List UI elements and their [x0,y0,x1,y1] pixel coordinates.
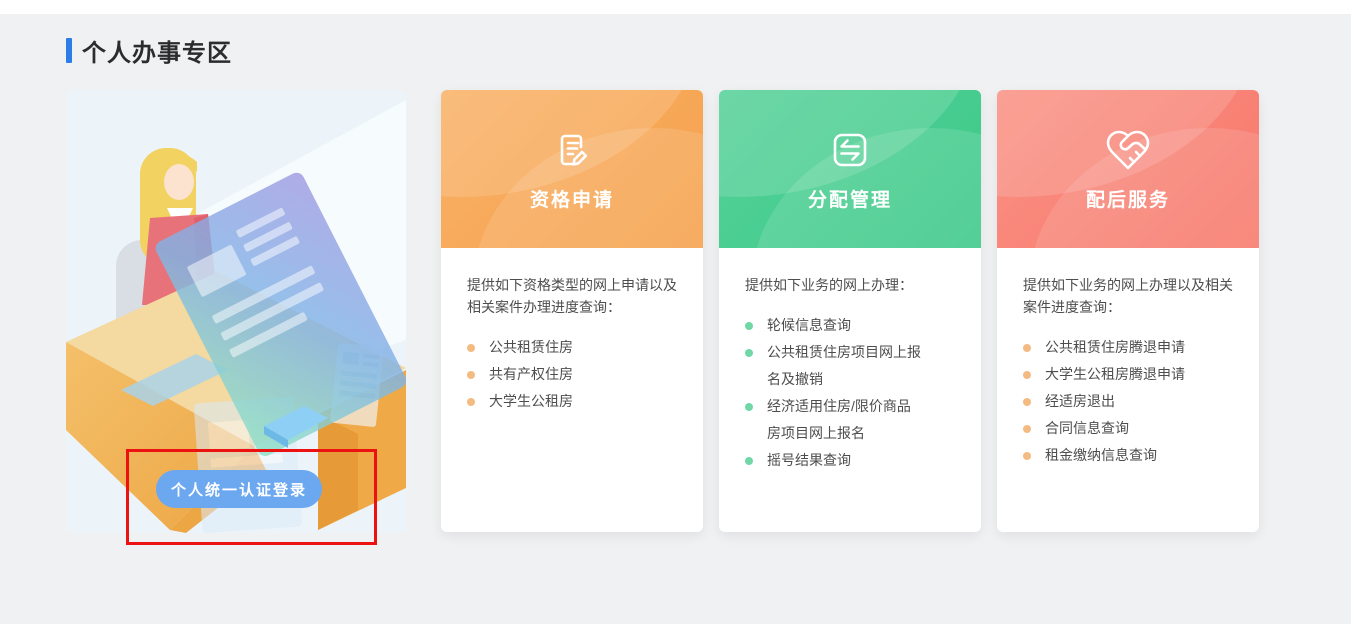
card-body: 提供如下业务的网上办理以及相关案件进度查询： 公共租赁住房腾退申请 大学生公租房… [997,248,1259,469]
transfer-arrows-icon [833,133,867,167]
service-list: 公共租赁住房 共有产权住房 大学生公租房 [467,334,681,415]
card-intro: 提供如下业务的网上办理： [745,277,913,293]
login-card: 个人统一认证登录 [66,90,406,533]
section-title: 个人办事专区 [66,33,232,68]
service-item: 大学生公租房 [467,388,667,415]
card-title: 资格申请 [529,190,614,211]
service-item: 摇号结果查询 [745,447,945,474]
card-header: 资格申请 [441,90,703,248]
service-item: 公共租赁住房项目网上报名及撤销 [745,339,923,393]
card-post-allocation-service[interactable]: 配后服务 提供如下业务的网上办理以及相关案件进度查询： 公共租赁住房腾退申请 大… [997,90,1259,532]
service-item: 公共租赁住房腾退申请 [1023,334,1223,361]
service-item: 租金缴纳信息查询 [1023,442,1223,469]
heart-handshake-icon [1106,130,1150,170]
top-strip [0,0,1351,14]
page-title: 个人办事专区 [82,40,232,67]
service-item: 轮候信息查询 [745,312,945,339]
title-accent-bar [66,38,72,63]
service-desk-illustration [66,90,406,533]
card-intro: 提供如下资格类型的网上申请以及相关案件办理进度查询： [467,277,677,315]
personal-auth-login-button[interactable]: 个人统一认证登录 [156,470,322,508]
service-item: 经济适用住房/限价商品房项目网上报名 [745,393,923,447]
card-allocation-management[interactable]: 分配管理 提供如下业务的网上办理： 轮候信息查询 公共租赁住房项目网上报名及撤销… [719,90,981,532]
card-header: 配后服务 [997,90,1259,248]
card-qualification-application[interactable]: 资格申请 提供如下资格类型的网上申请以及相关案件办理进度查询： 公共租赁住房 共… [441,90,703,532]
service-item: 大学生公租房腾退申请 [1023,361,1223,388]
service-item: 公共租赁住房 [467,334,667,361]
card-body: 提供如下业务的网上办理： 轮候信息查询 公共租赁住房项目网上报名及撤销 经济适用… [719,248,981,474]
card-body: 提供如下资格类型的网上申请以及相关案件办理进度查询： 公共租赁住房 共有产权住房… [441,248,703,415]
card-header: 分配管理 [719,90,981,248]
card-intro: 提供如下业务的网上办理以及相关案件进度查询： [1023,277,1233,315]
card-title: 分配管理 [807,190,892,211]
service-item: 经适房退出 [1023,388,1223,415]
card-title: 配后服务 [1085,190,1170,211]
service-list: 轮候信息查询 公共租赁住房项目网上报名及撤销 经济适用住房/限价商品房项目网上报… [745,312,959,474]
service-list: 公共租赁住房腾退申请 大学生公租房腾退申请 经适房退出 合同信息查询 租金缴纳信… [1023,334,1237,469]
service-item: 共有产权住房 [467,361,667,388]
service-item: 合同信息查询 [1023,415,1223,442]
document-pencil-icon [560,134,588,166]
